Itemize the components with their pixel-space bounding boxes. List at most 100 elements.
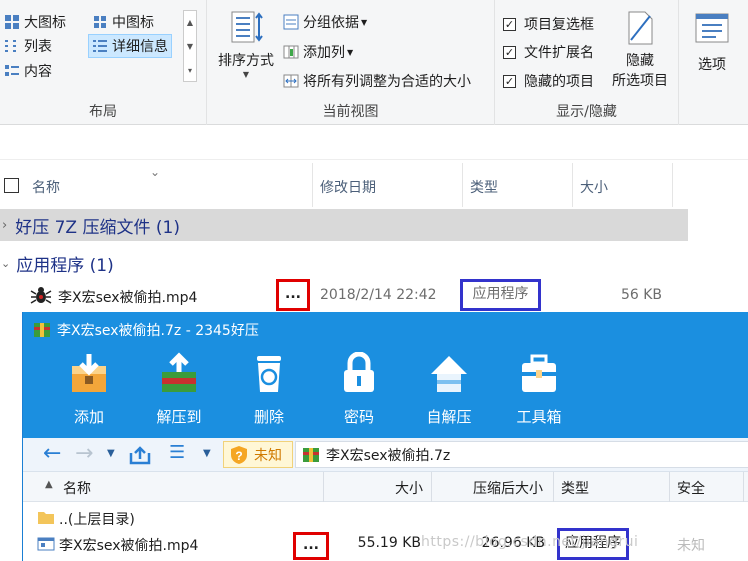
hidden-items-toggle[interactable]: ✓ 隐藏的项目: [503, 71, 594, 91]
explorer-address-area: [0, 126, 748, 160]
column-date-modified[interactable]: 修改日期: [320, 177, 376, 197]
checkbox-checked-icon: ✓: [503, 45, 516, 59]
large-icons-label: 大图标: [24, 15, 66, 31]
options-button[interactable]: 选项: [684, 8, 740, 88]
list-button[interactable]: 列表: [4, 36, 52, 56]
extract-to-button[interactable]: 解压到: [139, 348, 219, 438]
show-hide-group-label: 显示/隐藏: [556, 104, 617, 120]
add-label: 添加: [73, 408, 104, 426]
group-header-7z[interactable]: › 好压 7Z 压缩文件 (1): [0, 209, 688, 241]
size-all-columns-button[interactable]: 将所有列调整为合适的大小: [283, 71, 471, 91]
column-separator[interactable]: [743, 472, 744, 502]
hide-selected-label-2: 所选项目: [612, 73, 668, 89]
self-extract-label: 自解压: [426, 408, 472, 426]
column-separator[interactable]: [672, 163, 673, 207]
security-status[interactable]: ? 未知: [223, 441, 293, 468]
details-button[interactable]: 详细信息: [88, 34, 172, 58]
archiver-column-header: ▲ 名称 大小 压缩后大小 类型 安全: [23, 472, 748, 502]
column-separator[interactable]: [462, 163, 463, 207]
column-separator[interactable]: [431, 472, 432, 502]
add-columns-icon: [283, 45, 299, 59]
layout-group-label: 布局: [89, 104, 117, 120]
folder-icon: [38, 512, 54, 524]
current-view-group-label: 当前视图: [322, 104, 379, 120]
column-separator[interactable]: [572, 163, 573, 207]
password-button[interactable]: 密码: [319, 348, 399, 438]
self-extract-button[interactable]: 自解压: [409, 348, 489, 438]
archive-file-row[interactable]: 李X宏sex被偷拍.mp4 ... 55.19 KB 26.96 KB 应用程序…: [23, 528, 748, 560]
current-view-group: 排序方式 ▼ 分组依据 ▼ 添加列 ▼ 将所有列调整为合适的大小 当前视图: [207, 0, 495, 125]
archiver-column-name[interactable]: 名称: [63, 478, 91, 498]
archiver-column-security[interactable]: 安全: [677, 478, 705, 498]
add-columns-chevron-icon: ▼: [347, 47, 354, 57]
options-label: 选项: [698, 57, 726, 73]
sort-up-icon: ▲: [45, 479, 53, 490]
view-dropdown-icon[interactable]: ▼: [203, 448, 211, 459]
group-expanded-chevron-icon: ⌄: [1, 256, 11, 270]
up-folder-icon[interactable]: [129, 445, 151, 465]
details-icon: [93, 40, 107, 52]
toolbox-label: 工具箱: [516, 408, 562, 426]
file-row[interactable]: 李X宏sex被偷拍.mp4 ... 2018/2/14 22:42 应用程序 5…: [0, 279, 688, 311]
large-icons-button[interactable]: 大图标: [4, 12, 66, 32]
content-button[interactable]: 内容: [4, 61, 52, 81]
medium-icons-button[interactable]: 中图标: [92, 12, 154, 32]
list-label: 列表: [24, 39, 52, 55]
file-type-highlight: 应用程序: [460, 279, 541, 311]
forward-arrow-icon[interactable]: →: [75, 441, 93, 466]
archive-path-field[interactable]: 李X宏sex被偷拍.7z: [295, 441, 748, 468]
self-extract-icon: [431, 356, 467, 392]
column-separator[interactable]: [553, 472, 554, 502]
medium-icons-label: 中图标: [112, 15, 154, 31]
file-date: 2018/2/14 22:42: [320, 287, 437, 303]
sort-by-button[interactable]: 排序方式 ▼: [213, 8, 279, 88]
column-separator[interactable]: [323, 472, 324, 502]
archive-path: 李X宏sex被偷拍.7z: [326, 447, 451, 464]
archive-file-security: 未知: [677, 538, 705, 554]
archiver-column-type[interactable]: 类型: [561, 478, 589, 498]
watermark: https://blog.csdn.net/jiangrui: [421, 534, 639, 550]
add-button[interactable]: 添加: [49, 348, 129, 438]
group-label-applications: 应用程序 (1): [16, 255, 114, 276]
group-by-icon: [283, 14, 299, 30]
large-icons-icon: [5, 15, 19, 29]
parent-dir-label: ..(上层目录): [59, 512, 135, 528]
group-header-applications[interactable]: ⌄ 应用程序 (1): [0, 247, 688, 279]
group-by-label: 分组依据: [303, 15, 359, 31]
hide-selected-label-1: 隐藏: [626, 53, 654, 69]
add-icon: [72, 354, 106, 392]
back-arrow-icon[interactable]: ←: [43, 441, 61, 466]
group-by-button[interactable]: 分组依据 ▼: [283, 12, 367, 32]
select-all-checkbox[interactable]: [4, 178, 19, 193]
layout-scroll-arrows[interactable]: ▲ ▼ ▾: [183, 10, 197, 82]
add-columns-button[interactable]: 添加列 ▼: [283, 42, 353, 62]
delete-button[interactable]: 删除: [229, 348, 309, 438]
column-name[interactable]: 名称: [32, 177, 60, 197]
details-label: 详细信息: [112, 39, 168, 55]
file-name: 李X宏sex被偷拍.mp4: [58, 290, 198, 306]
item-checkboxes-toggle[interactable]: ✓ 项目复选框: [503, 14, 594, 34]
column-separator[interactable]: [312, 163, 313, 207]
sort-by-label: 排序方式: [218, 53, 274, 69]
bug-icon: [30, 287, 52, 304]
sort-chevron-icon: ⌄: [150, 165, 161, 179]
svg-text:?: ?: [235, 449, 242, 463]
column-type[interactable]: 类型: [470, 177, 498, 197]
hide-selected-button[interactable]: 隐藏 所选项目: [607, 8, 673, 92]
parent-dir-row[interactable]: ..(上层目录): [23, 504, 748, 532]
explorer-ribbon: 大图标 中图标 列表 详细信息 内容 ▲ ▼ ▾ 布局 排序方式 ▼ 分组依据 …: [0, 0, 748, 125]
archiver-column-packed-size[interactable]: 压缩后大小: [473, 478, 543, 498]
executable-file-icon: [37, 537, 55, 551]
hide-selected-icon: [628, 11, 653, 45]
medium-icons-icon: [94, 16, 106, 28]
archiver-toolbar: 添加 解压到 删除 密码 自解压 工具箱: [23, 348, 748, 438]
column-separator[interactable]: [669, 472, 670, 502]
toolbox-button[interactable]: 工具箱: [499, 348, 579, 438]
hidden-extension-highlight: ...: [276, 279, 310, 311]
archiver-column-size[interactable]: 大小: [395, 478, 423, 498]
file-extensions-toggle[interactable]: ✓ 文件扩展名: [503, 42, 594, 62]
history-dropdown-icon[interactable]: ▼: [107, 448, 115, 459]
column-size[interactable]: 大小: [580, 177, 608, 197]
view-list-icon[interactable]: ☰: [169, 442, 185, 463]
sort-by-icon: [231, 11, 263, 43]
